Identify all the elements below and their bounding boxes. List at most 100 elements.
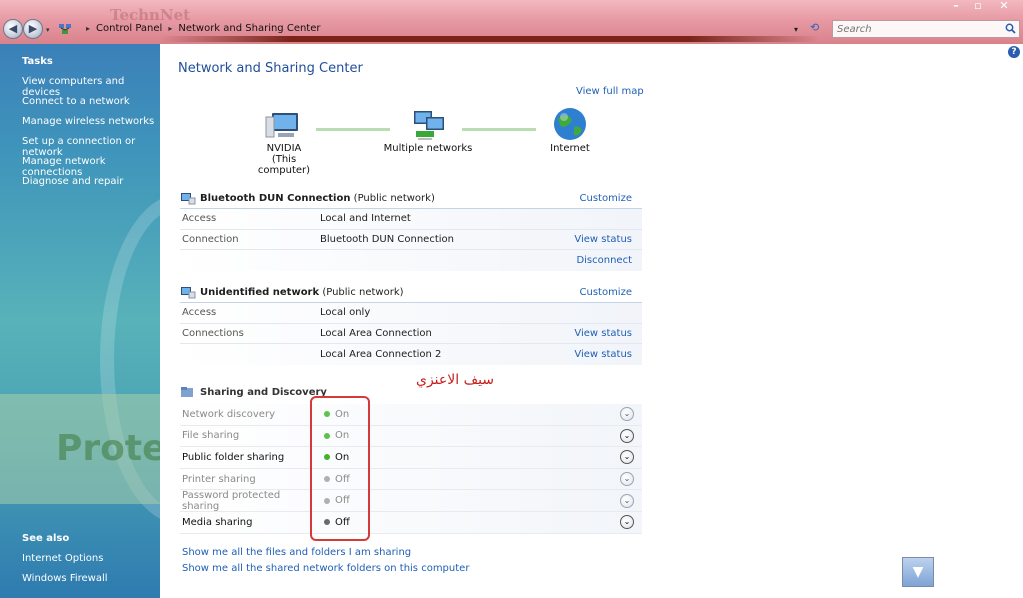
network-header: Unidentified network (Public network) Cu… bbox=[180, 283, 642, 303]
network-icon bbox=[181, 286, 196, 298]
task-view-computers[interactable]: View computers and devices bbox=[22, 76, 160, 98]
sharing-label: Password protected sharing bbox=[182, 489, 281, 512]
breadcrumb-network-center[interactable]: Network and Sharing Center bbox=[178, 23, 320, 34]
network-type: (Public network) bbox=[353, 193, 435, 204]
task-diagnose-repair[interactable]: Diagnose and repair bbox=[22, 176, 160, 196]
sharing-heading: Sharing and Discovery bbox=[180, 386, 327, 398]
expand-chevron-icon[interactable]: ⌄ bbox=[620, 407, 634, 422]
network-row: Access Local only bbox=[180, 303, 642, 324]
sharing-row-media[interactable]: Media sharing Off ⌄ bbox=[180, 511, 642, 534]
task-manage-wireless[interactable]: Manage wireless networks bbox=[22, 116, 160, 136]
sharing-row-network-discovery[interactable]: Network discovery On ⌄ bbox=[180, 404, 642, 426]
row-value: Local Area Connection bbox=[320, 327, 432, 339]
map-link-line bbox=[316, 128, 390, 131]
search-input[interactable] bbox=[833, 21, 993, 37]
breadcrumb: ▸ Control Panel ▸ Network and Sharing Ce… bbox=[80, 23, 321, 34]
internet-label: Internet bbox=[550, 143, 590, 154]
computer-icon bbox=[265, 113, 298, 138]
network-section-bluetooth: Bluetooth DUN Connection (Public network… bbox=[180, 189, 642, 271]
disconnect-link[interactable]: Disconnect bbox=[576, 255, 632, 266]
view-status-link[interactable]: View status bbox=[574, 349, 632, 360]
link-show-shared-folders[interactable]: Show me all the shared network folders o… bbox=[182, 563, 469, 579]
maximize-button[interactable]: ▫ bbox=[967, 0, 989, 14]
network-row: Local Area Connection 2 View status bbox=[180, 344, 642, 365]
highlight-box bbox=[310, 396, 370, 541]
expand-chevron-icon[interactable]: ⌄ bbox=[620, 450, 634, 465]
row-key: Access bbox=[182, 213, 217, 225]
sharing-label: Network discovery bbox=[182, 408, 275, 420]
see-also-list: Internet Options Windows Firewall bbox=[22, 553, 108, 593]
help-icon[interactable]: ? bbox=[1008, 46, 1020, 58]
map-networks[interactable]: Multiple networks bbox=[382, 107, 474, 154]
network-row: Access Local and Internet bbox=[180, 209, 642, 230]
network-center-icon bbox=[59, 24, 71, 34]
network-icon bbox=[181, 192, 196, 204]
breadcrumb-separator-icon[interactable]: ▸ bbox=[168, 24, 172, 33]
network-section-unidentified: Unidentified network (Public network) Cu… bbox=[180, 283, 642, 365]
row-key: Connection bbox=[182, 233, 239, 245]
minimize-button[interactable]: – bbox=[945, 0, 967, 14]
back-button[interactable]: ◀ bbox=[3, 19, 23, 39]
globe-icon bbox=[554, 108, 586, 140]
sharing-table: Network discovery On ⌄ File sharing On ⌄… bbox=[180, 404, 642, 534]
forward-arrow-icon: ▶ bbox=[28, 22, 38, 35]
view-full-map-link[interactable]: View full map bbox=[576, 86, 644, 97]
search-box[interactable] bbox=[832, 20, 1020, 38]
map-internet[interactable]: Internet bbox=[540, 107, 600, 154]
link-windows-firewall[interactable]: Windows Firewall bbox=[22, 573, 108, 593]
main-content: ? Network and Sharing Center View full m… bbox=[160, 44, 1023, 598]
multiple-networks-icon bbox=[414, 111, 444, 140]
address-dropdown-icon[interactable]: ▾ bbox=[794, 25, 798, 34]
network-row: Connection Bluetooth DUN Connection View… bbox=[180, 229, 642, 250]
task-manage-connections[interactable]: Manage network connections bbox=[22, 156, 160, 178]
sharing-row-public-folder[interactable]: Public folder sharing On ⌄ bbox=[180, 447, 642, 469]
close-button[interactable]: ✕ bbox=[989, 0, 1019, 14]
task-setup-connection[interactable]: Set up a connection or network bbox=[22, 136, 160, 158]
link-internet-options[interactable]: Internet Options bbox=[22, 553, 108, 573]
expand-chevron-icon[interactable]: ⌄ bbox=[620, 493, 634, 508]
customize-link[interactable]: Customize bbox=[580, 193, 633, 204]
sharing-label: Printer sharing bbox=[182, 473, 256, 485]
network-row: Disconnect bbox=[180, 250, 642, 271]
sharing-row-password-protected[interactable]: Password protected sharing Off ⌄ bbox=[180, 490, 642, 512]
task-connect-network[interactable]: Connect to a network bbox=[22, 96, 160, 116]
network-name: Unidentified network bbox=[200, 287, 320, 298]
sharing-label: Public folder sharing bbox=[182, 451, 285, 463]
scroll-down-button[interactable]: ▼ bbox=[902, 557, 934, 587]
row-value: Local Area Connection 2 bbox=[320, 348, 442, 360]
sharing-row-printer[interactable]: Printer sharing Off ⌄ bbox=[180, 468, 642, 491]
back-arrow-icon: ◀ bbox=[8, 22, 18, 35]
link-show-shared-files[interactable]: Show me all the files and folders I am s… bbox=[182, 547, 469, 563]
down-arrow-icon: ▼ bbox=[912, 564, 924, 580]
row-value: Local only bbox=[320, 307, 371, 319]
map-link-line bbox=[462, 128, 536, 131]
task-pane: Prote Tasks View computers and devices C… bbox=[0, 44, 160, 598]
title-bar-shading bbox=[160, 36, 820, 42]
view-status-link[interactable]: View status bbox=[574, 234, 632, 245]
breadcrumb-separator-icon[interactable]: ▸ bbox=[86, 24, 90, 33]
history-dropdown-icon[interactable]: ▾ bbox=[46, 26, 50, 34]
bottom-links: Show me all the files and folders I am s… bbox=[182, 547, 469, 579]
task-list: View computers and devices Connect to a … bbox=[22, 76, 160, 196]
computer-name: NVIDIA bbox=[266, 143, 302, 154]
expand-chevron-icon[interactable]: ⌄ bbox=[620, 515, 634, 530]
row-value: Bluetooth DUN Connection bbox=[320, 233, 454, 245]
background-logo: TechnNet bbox=[110, 6, 191, 24]
row-key: Connections bbox=[182, 327, 244, 339]
network-name: Bluetooth DUN Connection bbox=[200, 193, 351, 204]
tasks-heading: Tasks bbox=[22, 56, 53, 67]
expand-chevron-icon[interactable]: ⌄ bbox=[620, 428, 634, 443]
sharing-row-file-sharing[interactable]: File sharing On ⌄ bbox=[180, 425, 642, 448]
sharing-heading-label: Sharing and Discovery bbox=[200, 386, 327, 398]
computer-subtitle: (This computer) bbox=[257, 154, 311, 176]
customize-link[interactable]: Customize bbox=[580, 287, 633, 298]
sharing-label: File sharing bbox=[182, 430, 240, 442]
refresh-icon[interactable]: ⟲ bbox=[810, 21, 824, 35]
forward-button[interactable]: ▶ bbox=[23, 19, 43, 39]
breadcrumb-control-panel[interactable]: Control Panel bbox=[96, 23, 162, 34]
network-type: (Public network) bbox=[322, 287, 404, 298]
expand-chevron-icon[interactable]: ⌄ bbox=[620, 472, 634, 487]
map-computer[interactable]: NVIDIA (This computer) bbox=[246, 107, 322, 176]
search-icon[interactable] bbox=[1005, 23, 1016, 34]
view-status-link[interactable]: View status bbox=[574, 328, 632, 339]
